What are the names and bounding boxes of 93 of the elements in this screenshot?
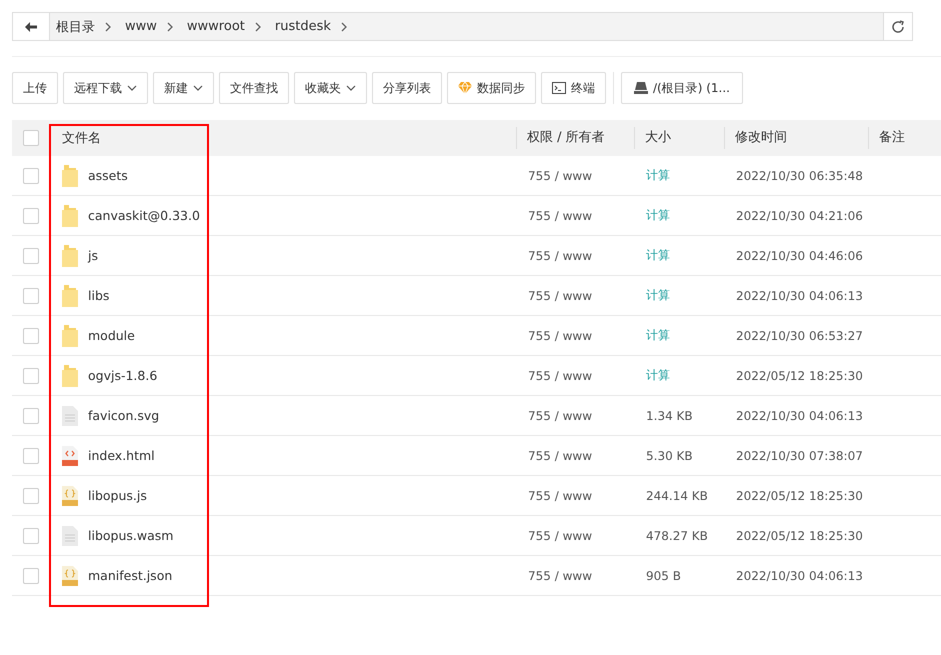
- row-checkbox[interactable]: [23, 328, 39, 344]
- table-cell-text: 2022/10/30 04:06:13: [735, 568, 864, 582]
- table-cell-text: 755 / www: [527, 248, 594, 262]
- file-name-link[interactable]: manifest.json: [88, 568, 172, 583]
- select-all-checkbox[interactable]: [23, 130, 39, 146]
- file-name-link[interactable]: libs: [88, 288, 110, 303]
- folder-icon: [62, 324, 78, 346]
- table-cell-text: 2022/10/30 04:21:06: [735, 208, 864, 222]
- file-name-link[interactable]: assets: [88, 168, 128, 183]
- breadcrumb-item[interactable]: rustdesk: [274, 19, 331, 34]
- file-name-link[interactable]: ogvjs-1.8.6: [88, 368, 158, 383]
- code-file-icon: [62, 566, 78, 586]
- toolbar-button[interactable]: /(根目录) (1...: [621, 72, 743, 104]
- table-cell-text: 2022/05/12 18:25:30: [735, 368, 864, 382]
- toolbar-button[interactable]: 收藏夹: [294, 72, 367, 104]
- file-icon: [62, 406, 78, 426]
- toolbar-button[interactable]: 数据同步: [447, 72, 536, 104]
- file-icon: [62, 526, 78, 546]
- toolbar-button[interactable]: 远程下载: [63, 72, 148, 104]
- row-checkbox[interactable]: [23, 488, 39, 504]
- toolbar-button[interactable]: 终端: [541, 72, 606, 104]
- table-cell-text: 2022/10/30 04:06:13: [735, 408, 864, 422]
- table-cell-text: 1.34 KB: [645, 408, 694, 422]
- breadcrumb-item[interactable]: 根目录: [56, 18, 95, 36]
- folder-icon: [62, 164, 78, 186]
- table-cell-text: 2022/10/30 04:46:06: [735, 248, 864, 262]
- toolbar-button[interactable]: 新建: [153, 72, 214, 104]
- back-arrow-icon: [25, 22, 37, 32]
- column-header[interactable]: 权限 / 所有者: [516, 127, 634, 149]
- breadcrumb-item[interactable]: wwwroot: [186, 19, 245, 34]
- row-checkbox[interactable]: [23, 208, 39, 224]
- row-checkbox[interactable]: [23, 288, 39, 304]
- table-cell-text: 2022/10/30 06:53:27: [735, 328, 864, 342]
- folder-icon: [62, 364, 78, 386]
- toolbar-button[interactable]: 文件查找: [219, 72, 289, 104]
- table-cell-text: 755 / www: [527, 488, 594, 502]
- file-name-link[interactable]: module: [88, 328, 135, 343]
- file-name-link[interactable]: js: [88, 248, 98, 263]
- table-cell-text: 755 / www: [527, 328, 594, 342]
- row-checkbox[interactable]: [23, 408, 39, 424]
- caret-icon: [346, 85, 356, 91]
- refresh-icon: [891, 20, 905, 34]
- row-checkbox[interactable]: [23, 368, 39, 384]
- table-cell-text: 755 / www: [527, 368, 594, 382]
- table-cell-text: 2022/10/30 06:35:48: [735, 168, 864, 182]
- file-name-link[interactable]: canvaskit@0.33.0: [88, 208, 200, 223]
- gem-icon: [458, 82, 472, 94]
- row-checkbox[interactable]: [23, 448, 39, 464]
- code-file-icon: [62, 486, 78, 506]
- row-checkbox[interactable]: [23, 248, 39, 264]
- table-cell-text: 755 / www: [527, 168, 594, 182]
- breadcrumb-item[interactable]: www: [125, 19, 157, 34]
- folder-icon: [62, 284, 78, 306]
- table-cell-text: 2022/05/12 18:25:30: [735, 528, 864, 542]
- table-cell-text: 2022/10/30 07:38:07: [735, 448, 864, 462]
- row-checkbox[interactable]: [23, 168, 39, 184]
- refresh-button[interactable]: [883, 13, 912, 40]
- row-checkbox[interactable]: [23, 568, 39, 584]
- folder-icon: [62, 204, 78, 226]
- terminal-icon: [552, 82, 566, 94]
- table-cell-text: 478.27 KB: [645, 528, 709, 542]
- file-name-link[interactable]: libopus.js: [88, 488, 147, 503]
- table-cell-text: 755 / www: [527, 408, 594, 422]
- caret-icon: [193, 85, 203, 91]
- table-cell-text: 755 / www: [527, 568, 594, 582]
- column-header[interactable]: 大小: [634, 127, 724, 149]
- caret-icon: [127, 85, 137, 91]
- table-cell-text: 5.30 KB: [645, 448, 694, 462]
- chevron-icon: [105, 22, 111, 32]
- row-checkbox[interactable]: [23, 528, 39, 544]
- table-cell-text: 244.14 KB: [645, 488, 709, 502]
- file-name-link[interactable]: libopus.wasm: [88, 528, 174, 543]
- folder-icon: [62, 244, 78, 266]
- chevron-icon: [340, 22, 347, 32]
- table-cell-text: 2022/05/12 18:25:30: [735, 488, 864, 502]
- file-name-link[interactable]: favicon.svg: [88, 408, 160, 423]
- column-header[interactable]: 修改时间: [724, 127, 868, 149]
- chevron-icon: [166, 22, 173, 32]
- toolbar-button[interactable]: 上传: [12, 72, 58, 104]
- file-name-link[interactable]: index.html: [88, 448, 155, 463]
- table-cell-text: 2022/10/30 04:06:13: [735, 288, 864, 302]
- table-cell-text: 755 / www: [527, 448, 594, 462]
- column-header[interactable]: 备注: [868, 127, 941, 149]
- table-cell-text: 755 / www: [527, 208, 594, 222]
- disk-icon: [634, 82, 648, 94]
- html-file-icon: [62, 446, 78, 466]
- table-cell-text: 755 / www: [527, 288, 594, 302]
- toolbar-button[interactable]: 分享列表: [372, 72, 442, 104]
- back-button[interactable]: [13, 13, 50, 40]
- table-cell-text: 755 / www: [527, 528, 594, 542]
- table-cell-text: 905 B: [645, 568, 682, 582]
- chevron-icon: [254, 22, 261, 32]
- column-header[interactable]: 文件名: [50, 129, 516, 147]
